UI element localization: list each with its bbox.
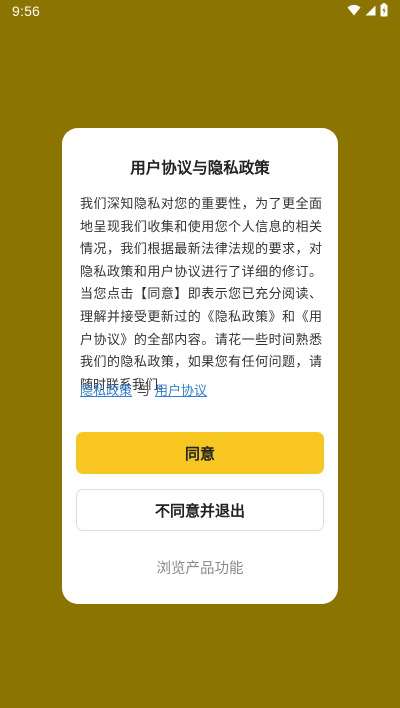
signal-icon [365, 5, 376, 16]
policy-links: 隐私政策与用户协议 [80, 380, 207, 399]
wifi-icon [347, 4, 361, 16]
dialog-body-text: 我们深知隐私对您的重要性，为了更全面地呈现我们收集和使用您个人信息的相关情况，我… [80, 197, 322, 393]
browse-features-link[interactable]: 浏览产品功能 [62, 557, 338, 578]
dialog-title: 用户协议与隐私政策 [130, 159, 270, 177]
status-time: 9:56 [12, 3, 41, 19]
status-icons [347, 3, 388, 17]
battery-icon [380, 3, 388, 17]
privacy-dialog: 用户协议与隐私政策 我们深知隐私对您的重要性，为了更全面地呈现我们收集和使用您个… [62, 128, 338, 604]
privacy-policy-link[interactable]: 隐私政策 [80, 384, 132, 399]
agree-button[interactable]: 同意 [76, 432, 324, 474]
user-agreement-link[interactable]: 用户协议 [155, 384, 207, 399]
disagree-exit-button[interactable]: 不同意并退出 [76, 489, 324, 531]
status-bar: 9:56 [0, 0, 400, 22]
link-separator: 与 [137, 384, 151, 399]
